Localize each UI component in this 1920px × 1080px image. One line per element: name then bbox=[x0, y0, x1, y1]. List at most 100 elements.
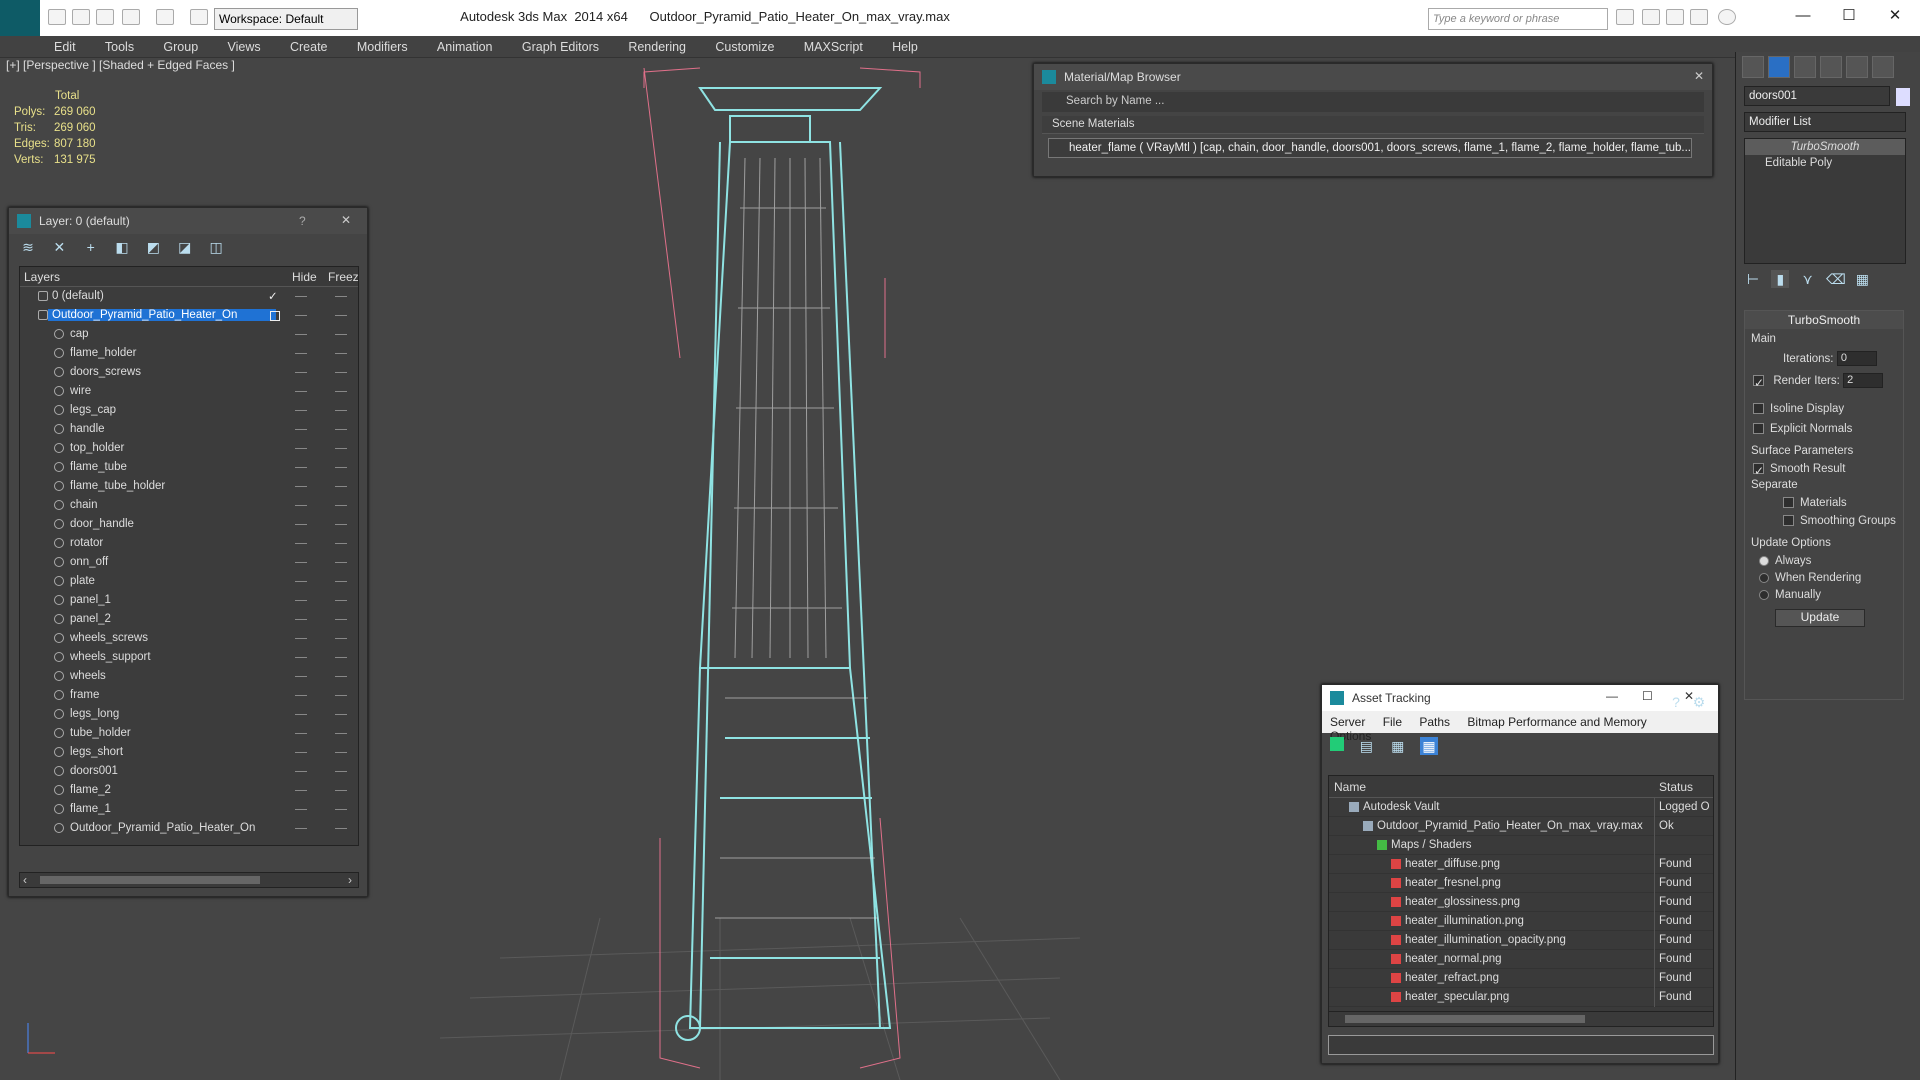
menu-tools[interactable]: Tools bbox=[105, 36, 134, 58]
freeze-toggle[interactable] bbox=[335, 695, 347, 696]
layer-object-row[interactable]: flame_holder bbox=[20, 344, 358, 363]
vault-help-icon[interactable]: ? bbox=[1667, 693, 1685, 711]
material-item-heater-flame[interactable]: heater_flame ( VRayMtl ) [cap, chain, do… bbox=[1048, 138, 1692, 158]
create-layer-icon[interactable]: ≋ bbox=[19, 238, 37, 256]
layer-object-row[interactable]: plate bbox=[20, 572, 358, 591]
hide-toggle[interactable] bbox=[295, 448, 307, 449]
hide-toggle[interactable] bbox=[295, 581, 307, 582]
freeze-toggle[interactable] bbox=[335, 600, 347, 601]
layer-object-row[interactable]: Outdoor_Pyramid_Patio_Heater_On bbox=[20, 819, 358, 838]
freeze-toggle[interactable] bbox=[335, 353, 347, 354]
layer-row-selected[interactable]: Outdoor_Pyramid_Patio_Heater_On bbox=[20, 306, 358, 325]
scroll-right-icon[interactable]: › bbox=[348, 873, 352, 887]
show-end-result-icon[interactable]: ▮ bbox=[1771, 270, 1790, 288]
highlight-layer-icon[interactable]: ◩ bbox=[144, 238, 162, 256]
minimize-icon[interactable]: — bbox=[1606, 689, 1618, 703]
layer-object-row[interactable]: doors_screws bbox=[20, 363, 358, 382]
menu-modifiers[interactable]: Modifiers bbox=[357, 36, 408, 58]
col-layers[interactable]: Layers bbox=[24, 270, 60, 284]
render-iters-spinner[interactable]: 2 bbox=[1843, 373, 1884, 389]
layer-object-row[interactable]: wheels bbox=[20, 667, 358, 686]
scroll-left-icon[interactable]: ‹ bbox=[23, 873, 27, 887]
freeze-toggle[interactable] bbox=[335, 790, 347, 791]
layer-object-row[interactable]: cap bbox=[20, 325, 358, 344]
hide-toggle[interactable] bbox=[295, 752, 307, 753]
menu-views[interactable]: Views bbox=[228, 36, 261, 58]
freeze-toggle[interactable] bbox=[335, 581, 347, 582]
freeze-toggle[interactable] bbox=[335, 296, 347, 297]
asset-menu-server[interactable]: Server bbox=[1330, 715, 1365, 729]
hide-toggle[interactable] bbox=[295, 334, 307, 335]
freeze-toggle[interactable] bbox=[335, 505, 347, 506]
smoothing-groups-checkbox[interactable] bbox=[1783, 515, 1794, 527]
freeze-toggle[interactable] bbox=[335, 372, 347, 373]
refresh-icon[interactable] bbox=[1330, 737, 1344, 751]
hide-toggle[interactable] bbox=[295, 429, 307, 430]
hide-toggle[interactable] bbox=[295, 486, 307, 487]
asset-horizontal-scrollbar[interactable] bbox=[1328, 1011, 1714, 1027]
layer-object-row[interactable]: legs_long bbox=[20, 705, 358, 724]
freeze-toggle[interactable] bbox=[335, 733, 347, 734]
material-browser-title-bar[interactable]: Material/Map Browser ✕ bbox=[1034, 64, 1712, 90]
layer-object-row[interactable]: chain bbox=[20, 496, 358, 515]
layer-object-row[interactable]: panel_2 bbox=[20, 610, 358, 629]
exchange-icon[interactable] bbox=[1666, 9, 1684, 25]
manually-radio[interactable] bbox=[1759, 589, 1769, 600]
hide-toggle[interactable] bbox=[295, 372, 307, 373]
hide-toggle[interactable] bbox=[295, 790, 307, 791]
hide-toggle[interactable] bbox=[295, 733, 307, 734]
asset-row[interactable]: heater_fresnel.png Found bbox=[1329, 874, 1713, 893]
scroll-thumb[interactable] bbox=[1345, 1015, 1585, 1023]
layer-object-row[interactable]: handle bbox=[20, 420, 358, 439]
close-button[interactable]: ✕ bbox=[1872, 0, 1918, 32]
maximize-icon[interactable]: ☐ bbox=[1642, 689, 1653, 703]
hide-toggle[interactable] bbox=[295, 524, 307, 525]
freeze-toggle[interactable] bbox=[335, 467, 347, 468]
freeze-toggle[interactable] bbox=[335, 429, 347, 430]
freeze-toggle[interactable] bbox=[335, 809, 347, 810]
layer-object-row[interactable]: panel_1 bbox=[20, 591, 358, 610]
freeze-toggle[interactable] bbox=[335, 448, 347, 449]
hide-toggle[interactable] bbox=[295, 809, 307, 810]
layer-object-row[interactable]: flame_tube_holder bbox=[20, 477, 358, 496]
layer-object-row[interactable]: flame_1 bbox=[20, 800, 358, 819]
object-name-field[interactable]: doors001 bbox=[1744, 86, 1890, 106]
help-icon[interactable]: ? bbox=[299, 214, 306, 228]
hide-toggle[interactable] bbox=[295, 600, 307, 601]
smooth-result-checkbox[interactable]: ✓ bbox=[1753, 463, 1764, 478]
configure-sets-icon[interactable]: ▦ bbox=[1853, 270, 1871, 288]
hide-toggle[interactable] bbox=[295, 467, 307, 468]
menu-edit[interactable]: Edit bbox=[54, 36, 76, 58]
display-tab-icon[interactable] bbox=[1846, 56, 1868, 78]
layer-object-row[interactable]: legs_short bbox=[20, 743, 358, 762]
asset-row[interactable]: heater_illumination_opacity.png Found bbox=[1329, 931, 1713, 950]
utilities-tab-icon[interactable] bbox=[1872, 56, 1894, 78]
hide-toggle[interactable] bbox=[295, 505, 307, 506]
layer-object-row[interactable]: legs_cap bbox=[20, 401, 358, 420]
search-input[interactable]: Type a keyword or phrase bbox=[1428, 8, 1608, 30]
layer-panel-title-bar[interactable]: Layer: 0 (default) ? ✕ bbox=[9, 208, 367, 234]
layer-object-row[interactable]: tube_holder bbox=[20, 724, 358, 743]
hide-toggle[interactable] bbox=[295, 828, 307, 829]
freeze-toggle[interactable] bbox=[335, 562, 347, 563]
layer-object-row[interactable]: rotator bbox=[20, 534, 358, 553]
layer-object-row[interactable]: top_holder bbox=[20, 439, 358, 458]
maximize-button[interactable]: ☐ bbox=[1826, 0, 1872, 32]
favorites-star-icon[interactable] bbox=[1690, 9, 1708, 25]
menu-animation[interactable]: Animation bbox=[437, 36, 493, 58]
make-unique-icon[interactable]: ⋎ bbox=[1799, 270, 1817, 288]
viewport-label[interactable]: [+] [Perspective ] [Shaded + Edged Faces… bbox=[6, 58, 235, 72]
col-name[interactable]: Name bbox=[1334, 780, 1366, 794]
hide-toggle[interactable] bbox=[295, 410, 307, 411]
freeze-toggle[interactable] bbox=[335, 638, 347, 639]
hide-toggle[interactable] bbox=[295, 638, 307, 639]
layer-object-row[interactable]: flame_tube bbox=[20, 458, 358, 477]
col-hide[interactable]: Hide bbox=[292, 270, 317, 284]
pin-stack-icon[interactable]: ⊢ bbox=[1744, 270, 1762, 288]
menu-graph-editors[interactable]: Graph Editors bbox=[522, 36, 599, 58]
asset-row[interactable]: heater_normal.png Found bbox=[1329, 950, 1713, 969]
stack-item-editable-poly[interactable]: Editable Poly bbox=[1745, 155, 1905, 171]
menu-create[interactable]: Create bbox=[290, 36, 328, 58]
remove-modifier-icon[interactable]: ⌫ bbox=[1826, 270, 1846, 288]
close-icon[interactable]: ✕ bbox=[1694, 69, 1704, 83]
